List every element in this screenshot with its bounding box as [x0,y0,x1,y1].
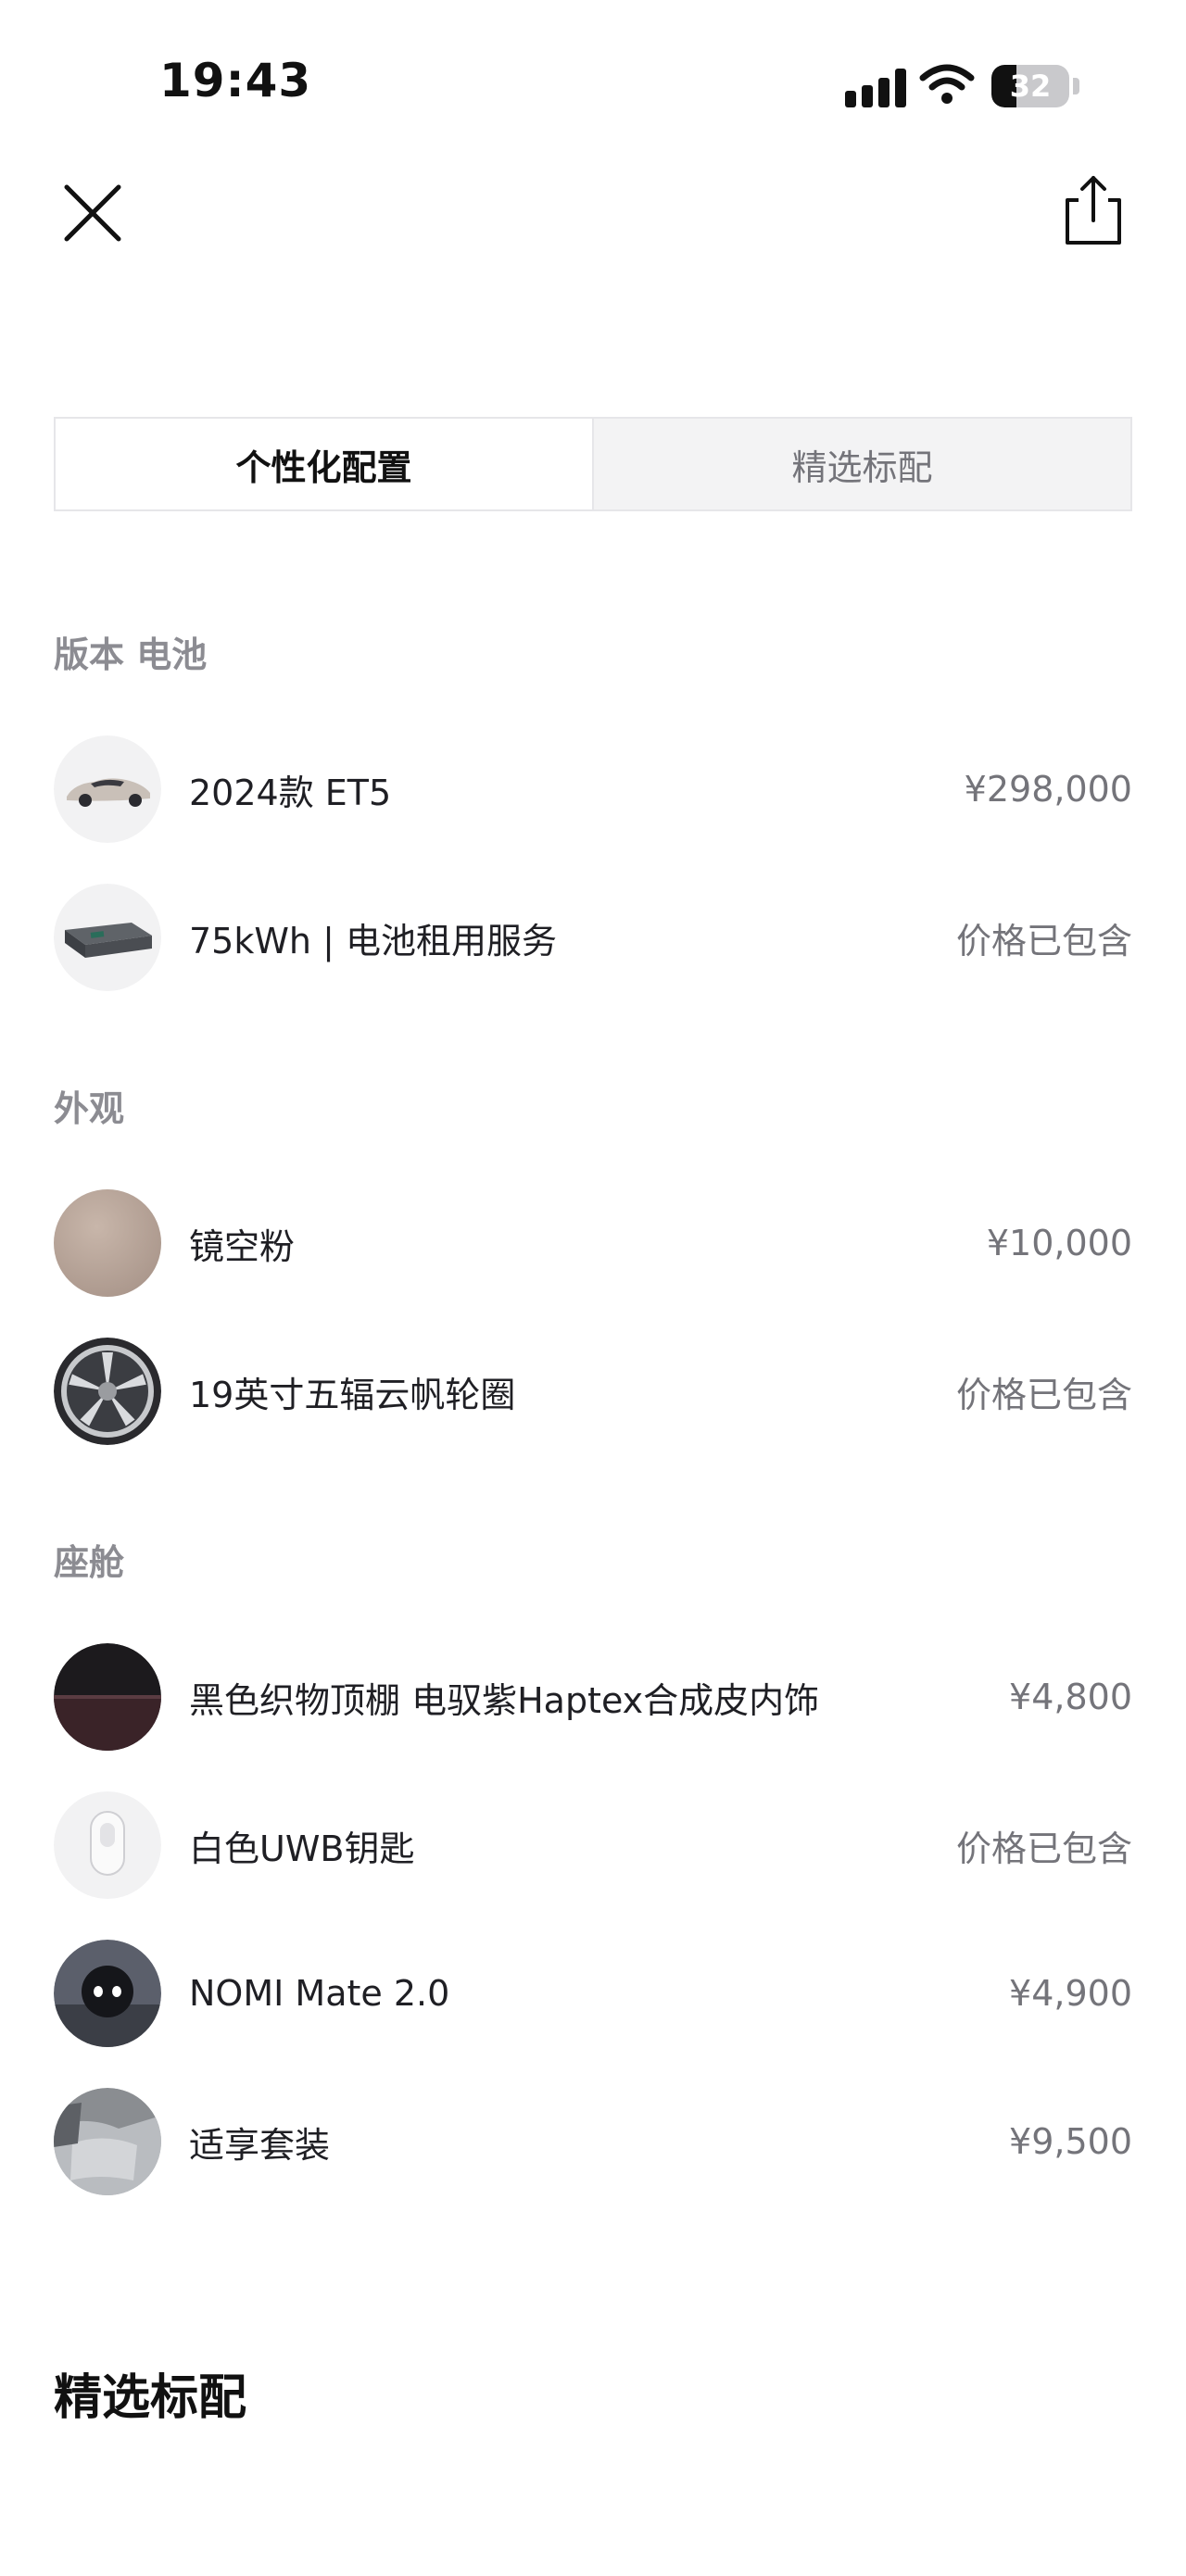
close-button[interactable] [56,176,130,250]
config-item-price: ¥10,000 [986,1223,1132,1263]
section-title-cabin: 座舱 [54,1542,125,1583]
config-item-label: 白色UWB钥匙 [189,1828,415,1869]
interior-fabric-swatch [54,1643,161,1751]
uwb-key-image [54,1791,161,1899]
config-item-interior[interactable]: 黑色织物顶棚 电驭紫Haptex合成皮内饰 ¥4,800 [54,1643,1132,1751]
config-item-label: 镜空粉 [189,1225,296,1267]
standard-config-heading: 精选标配 [54,2370,247,2426]
config-item-price: 价格已包含 [955,920,1132,961]
config-item-label: NOMI Mate 2.0 [189,1973,450,2014]
config-item-paint[interactable]: 镜空粉 ¥10,000 [54,1189,1132,1297]
status-time: 19:43 [159,54,312,107]
config-item-price: 价格已包含 [955,1374,1132,1415]
paint-color-swatch [54,1189,161,1297]
status-bar: 19:43 32 [0,0,1186,167]
share-icon [1066,176,1121,245]
config-item-price: ¥4,900 [1009,1973,1132,2014]
section-title-version-battery: 版本 电池 [54,635,208,675]
config-item-label: 2024款 ET5 [189,772,392,813]
config-item-comfort-pack[interactable]: 适享套装 ¥9,500 [54,2088,1132,2195]
nomi-robot-image [54,1940,161,2047]
battery-level: 32 [1009,69,1052,104]
comfort-seat-image [54,2088,161,2195]
config-item-battery[interactable]: 75kWh | 电池租用服务 价格已包含 [54,884,1132,991]
config-item-label: 适享套装 [189,2124,331,2166]
config-item-label: 19英寸五辐云帆轮圈 [189,1374,516,1415]
wheel-rim-image [54,1338,161,1445]
close-icon [64,184,121,242]
section-title-exterior: 外观 [54,1088,125,1129]
config-item-label: 75kWh | 电池租用服务 [189,920,557,961]
battery-icon: 32 [991,65,1082,107]
tab-standard-config[interactable]: 精选标配 [594,419,1130,509]
config-item-model[interactable]: 2024款 ET5 ¥298,000 [54,735,1132,843]
config-item-price: ¥9,500 [1009,2121,1132,2162]
battery-pack-image [54,884,161,991]
config-item-label: 黑色织物顶棚 电驭紫Haptex合成皮内饰 [189,1679,820,1721]
config-item-price: ¥4,800 [1009,1677,1132,1717]
share-button[interactable] [1056,172,1130,250]
config-item-nomi[interactable]: NOMI Mate 2.0 ¥4,900 [54,1940,1132,2047]
tab-personalized-config[interactable]: 个性化配置 [56,419,594,509]
car-side-image [54,735,161,843]
config-tab-switcher: 个性化配置 精选标配 [54,417,1132,511]
config-item-uwb-key[interactable]: 白色UWB钥匙 价格已包含 [54,1791,1132,1899]
config-item-price: 价格已包含 [955,1828,1132,1869]
wifi-icon [919,64,975,104]
config-item-price: ¥298,000 [964,769,1132,810]
config-item-wheel[interactable]: 19英寸五辐云帆轮圈 价格已包含 [54,1338,1132,1445]
